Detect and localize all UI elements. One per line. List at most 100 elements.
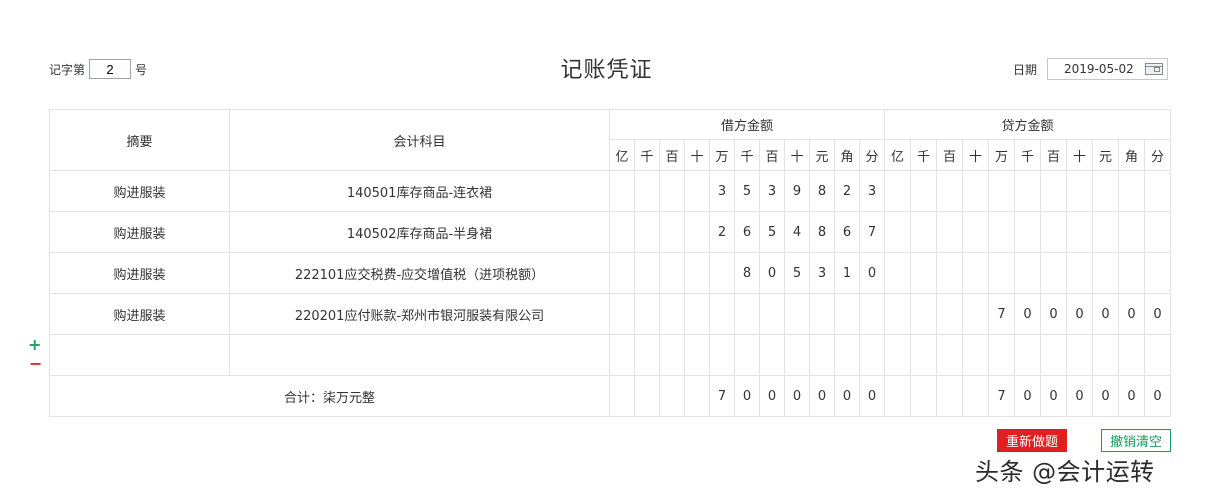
remove-row-icon[interactable]: − [29,356,42,372]
credit-digit-cell[interactable] [936,252,963,294]
credit-digit-cell[interactable] [1144,211,1171,253]
credit-digit-cell[interactable] [1014,211,1041,253]
credit-digit-cell[interactable] [910,252,937,294]
debit-digit-cell[interactable] [809,334,835,376]
credit-digit-cell[interactable] [1118,252,1145,294]
summary-cell[interactable]: 购进服装 [49,211,230,253]
debit-digit-cell[interactable] [634,334,660,376]
debit-digit-cell[interactable]: 3 [859,170,885,212]
credit-digit-cell[interactable] [962,293,989,335]
debit-digit-cell[interactable]: 5 [784,252,810,294]
credit-digit-cell[interactable] [1118,170,1145,212]
debit-digit-cell[interactable] [609,211,635,253]
redo-button[interactable]: 重新做题 [997,429,1067,452]
debit-digit-cell[interactable] [659,334,685,376]
debit-digit-cell[interactable]: 5 [759,211,785,253]
debit-digit-cell[interactable] [759,293,785,335]
debit-digit-cell[interactable]: 3 [809,252,835,294]
credit-digit-cell[interactable]: 0 [1014,293,1041,335]
debit-digit-cell[interactable] [734,334,760,376]
account-cell[interactable]: 140501库存商品-连衣裙 [229,170,610,212]
credit-digit-cell[interactable] [1092,252,1119,294]
debit-digit-cell[interactable]: 6 [834,211,860,253]
debit-digit-cell[interactable]: 0 [859,252,885,294]
debit-digit-cell[interactable]: 5 [734,170,760,212]
debit-digit-cell[interactable] [659,252,685,294]
credit-digit-cell[interactable] [962,334,989,376]
debit-digit-cell[interactable] [634,170,660,212]
debit-digit-cell[interactable] [784,293,810,335]
debit-digit-cell[interactable] [659,170,685,212]
credit-digit-cell[interactable] [1014,170,1041,212]
debit-digit-cell[interactable] [609,252,635,294]
debit-digit-cell[interactable]: 8 [809,211,835,253]
credit-digit-cell[interactable] [1144,170,1171,212]
credit-digit-cell[interactable] [1014,334,1041,376]
debit-digit-cell[interactable] [859,334,885,376]
debit-digit-cell[interactable]: 2 [709,211,735,253]
credit-digit-cell[interactable] [884,170,911,212]
credit-digit-cell[interactable]: 7 [988,293,1015,335]
credit-digit-cell[interactable] [962,170,989,212]
credit-digit-cell[interactable] [910,170,937,212]
debit-digit-cell[interactable] [609,293,635,335]
credit-digit-cell[interactable] [884,293,911,335]
credit-digit-cell[interactable] [1066,252,1093,294]
debit-digit-cell[interactable]: 1 [834,252,860,294]
debit-digit-cell[interactable] [834,293,860,335]
credit-digit-cell[interactable] [884,252,911,294]
calendar-icon[interactable] [1145,63,1164,75]
credit-digit-cell[interactable] [1040,334,1067,376]
credit-digit-cell[interactable] [1092,170,1119,212]
debit-digit-cell[interactable] [709,252,735,294]
debit-digit-cell[interactable]: 6 [734,211,760,253]
debit-digit-cell[interactable]: 3 [709,170,735,212]
debit-digit-cell[interactable]: 3 [759,170,785,212]
credit-digit-cell[interactable] [1118,211,1145,253]
credit-digit-cell[interactable]: 0 [1144,293,1171,335]
debit-digit-cell[interactable] [709,293,735,335]
debit-digit-cell[interactable]: 4 [784,211,810,253]
credit-digit-cell[interactable] [1092,211,1119,253]
debit-digit-cell[interactable]: 8 [809,170,835,212]
debit-digit-cell[interactable] [834,334,860,376]
credit-digit-cell[interactable] [962,252,989,294]
credit-digit-cell[interactable]: 0 [1040,293,1067,335]
debit-digit-cell[interactable] [634,293,660,335]
credit-digit-cell[interactable] [988,252,1015,294]
debit-digit-cell[interactable] [684,170,710,212]
debit-digit-cell[interactable] [634,252,660,294]
debit-digit-cell[interactable]: 7 [859,211,885,253]
credit-digit-cell[interactable] [988,211,1015,253]
summary-cell[interactable] [49,334,230,376]
credit-digit-cell[interactable] [936,334,963,376]
credit-digit-cell[interactable] [910,211,937,253]
debit-digit-cell[interactable] [709,334,735,376]
account-cell[interactable]: 222101应交税费-应交增值税（进项税额） [229,252,610,294]
debit-digit-cell[interactable] [684,334,710,376]
debit-digit-cell[interactable] [684,252,710,294]
date-field[interactable]: 2019-05-02 [1047,58,1169,80]
debit-digit-cell[interactable]: 9 [784,170,810,212]
credit-digit-cell[interactable] [1144,334,1171,376]
credit-digit-cell[interactable] [988,170,1015,212]
credit-digit-cell[interactable] [1040,252,1067,294]
summary-cell[interactable]: 购进服装 [49,293,230,335]
credit-digit-cell[interactable]: 0 [1118,293,1145,335]
credit-digit-cell[interactable] [936,170,963,212]
account-cell[interactable]: 140502库存商品-半身裙 [229,211,610,253]
credit-digit-cell[interactable] [1144,252,1171,294]
credit-digit-cell[interactable] [1014,252,1041,294]
credit-digit-cell[interactable]: 0 [1066,293,1093,335]
credit-digit-cell[interactable] [1092,334,1119,376]
debit-digit-cell[interactable] [809,293,835,335]
credit-digit-cell[interactable] [988,334,1015,376]
add-row-icon[interactable]: + [28,337,41,353]
debit-digit-cell[interactable]: 0 [759,252,785,294]
credit-digit-cell[interactable] [910,293,937,335]
debit-digit-cell[interactable] [659,293,685,335]
debit-digit-cell[interactable] [684,211,710,253]
account-cell[interactable] [229,334,610,376]
credit-digit-cell[interactable] [936,293,963,335]
debit-digit-cell[interactable]: 8 [734,252,760,294]
